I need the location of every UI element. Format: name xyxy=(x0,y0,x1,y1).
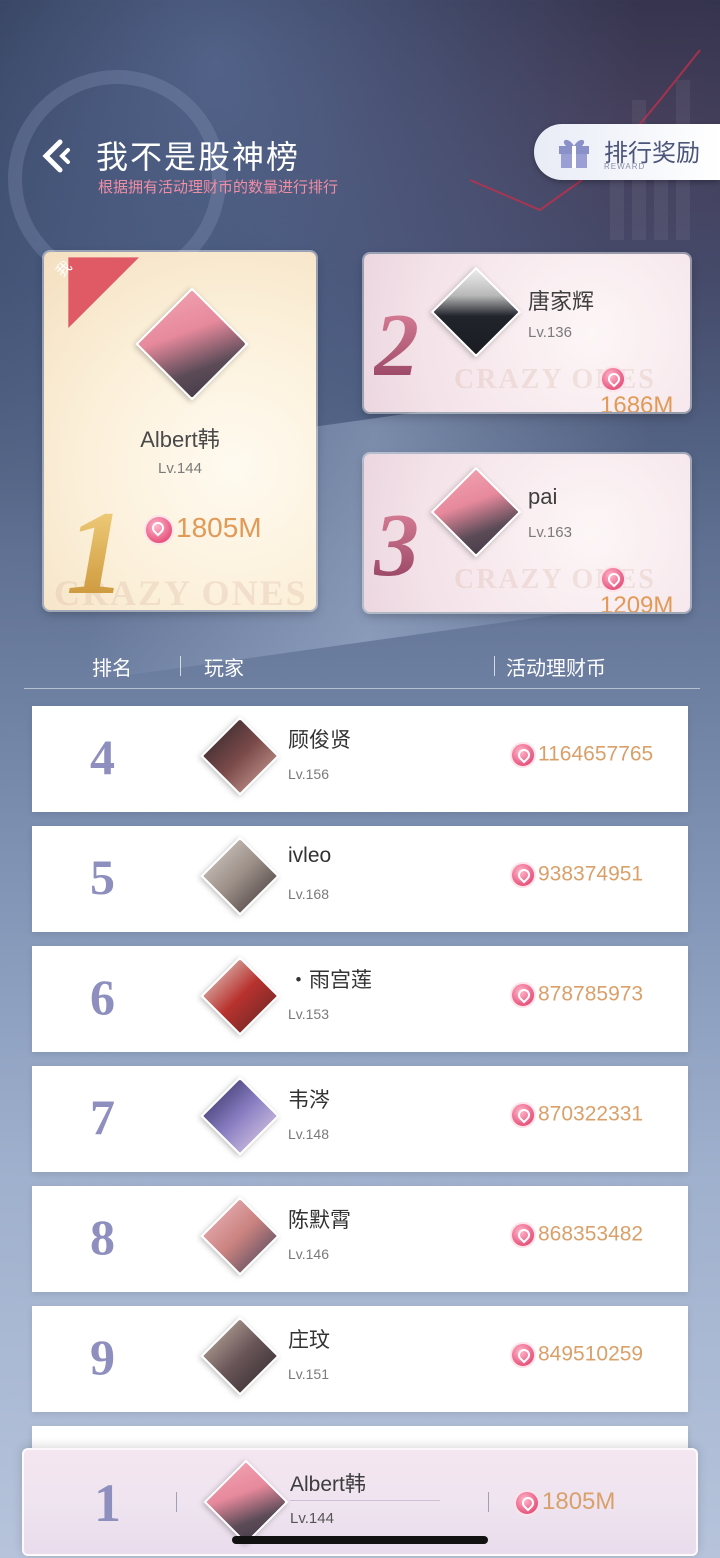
coin-amount: 938374951 xyxy=(510,862,643,888)
player-level: Lv.146 xyxy=(288,1246,329,1262)
column-header-rank: 排名 xyxy=(92,658,132,680)
coin-icon xyxy=(600,365,626,392)
row-rank: 7 xyxy=(90,1089,115,1145)
podium-card-1[interactable]: CRAZY ONES 我 1 Albert韩 Lv.144 1805M xyxy=(44,252,316,610)
my-player-level: Lv.144 xyxy=(290,1510,334,1527)
coin-icon xyxy=(510,982,536,1008)
table-row[interactable]: 8 陈默霄 Lv.146 868353482 xyxy=(32,1186,688,1292)
row-rank: 4 xyxy=(90,729,115,785)
coin-amount: 1209M xyxy=(600,564,690,612)
player-name: 唐家辉 xyxy=(528,289,595,314)
row-rank: 5 xyxy=(90,849,115,905)
my-coin-amount: 1805M xyxy=(514,1488,615,1516)
player-name: 庄玟 xyxy=(288,1329,330,1352)
coin-icon xyxy=(510,742,536,768)
row-rank: 6 xyxy=(90,969,115,1025)
player-level: Lv.153 xyxy=(288,1006,329,1022)
coin-amount: 1805M xyxy=(144,512,262,545)
player-level: Lv.168 xyxy=(288,886,329,902)
coin-icon xyxy=(510,862,536,888)
table-row[interactable]: 7 韦涔 Lv.148 870322331 xyxy=(32,1066,688,1172)
coin-amount: 1686M xyxy=(600,364,690,412)
header: 我不是股神榜 根据拥有活动理财币的数量进行排行 排行奖励 REWARD xyxy=(0,39,720,319)
page-title: 我不是股神榜 xyxy=(96,139,301,175)
player-name: 韦涔 xyxy=(288,1089,330,1112)
podium-card-2[interactable]: CRAZY ONES 2 唐家辉 Lv.136 1686M xyxy=(364,254,690,412)
player-name: ivleo xyxy=(288,844,332,867)
rank-number: 1 xyxy=(66,484,126,610)
coin-icon xyxy=(514,1489,540,1516)
column-header-coins: 活动理财币 xyxy=(506,658,606,680)
coin-icon xyxy=(510,1342,536,1368)
avatar xyxy=(200,836,280,916)
avatar xyxy=(430,466,522,558)
avatar xyxy=(200,716,280,796)
coin-amount: 870322331 xyxy=(510,1102,643,1128)
coin-icon xyxy=(600,565,626,592)
rank-number: 3 xyxy=(374,496,419,595)
player-level: Lv.151 xyxy=(288,1366,329,1382)
column-divider xyxy=(180,656,181,676)
gift-icon xyxy=(559,139,589,168)
avatar xyxy=(200,1076,280,1156)
player-level: Lv.148 xyxy=(288,1126,329,1142)
table-row[interactable]: 5 ivleo Lv.168 938374951 xyxy=(32,826,688,932)
player-name: 陈默霄 xyxy=(288,1209,351,1232)
back-arrow-icon xyxy=(42,139,70,173)
coin-icon xyxy=(510,1222,536,1248)
player-name: ・雨宫莲 xyxy=(288,969,372,992)
player-name: 顾俊贤 xyxy=(288,729,351,752)
row-rank: 8 xyxy=(90,1209,115,1265)
home-indicator xyxy=(232,1536,488,1544)
player-level: Lv.136 xyxy=(528,324,572,341)
table-row[interactable]: 9 庄玟 Lv.151 849510259 xyxy=(32,1306,688,1412)
table-row[interactable]: 6 ・雨宫莲 Lv.153 878785973 xyxy=(32,946,688,1052)
player-name: Albert韩 xyxy=(140,427,220,452)
player-level: Lv.144 xyxy=(158,460,202,477)
divider xyxy=(290,1500,440,1501)
page-subtitle: 根据拥有活动理财币的数量进行排行 xyxy=(98,179,339,196)
rank-number: 2 xyxy=(374,296,419,395)
column-header-player: 玩家 xyxy=(204,658,244,680)
coin-icon xyxy=(510,1102,536,1128)
my-player-name: Albert韩 xyxy=(290,1473,366,1496)
avatar xyxy=(135,287,249,401)
rank-reward-sublabel: REWARD xyxy=(604,162,646,171)
avatar xyxy=(200,1196,280,1276)
back-button[interactable] xyxy=(38,136,78,176)
avatar xyxy=(200,956,280,1036)
coin-amount: 849510259 xyxy=(510,1342,643,1368)
avatar xyxy=(200,1316,280,1396)
table-header: 排名 玩家 活动理财币 xyxy=(24,648,700,689)
player-level: Lv.163 xyxy=(528,524,572,541)
avatar xyxy=(430,266,522,358)
rank-reward-button[interactable]: 排行奖励 REWARD xyxy=(534,124,720,180)
coin-amount: 868353482 xyxy=(510,1222,643,1248)
coin-amount: 878785973 xyxy=(510,982,643,1008)
coin-icon xyxy=(144,514,174,545)
row-rank: 9 xyxy=(90,1329,115,1385)
player-name: pai xyxy=(528,484,558,509)
column-divider xyxy=(488,1492,489,1512)
column-divider xyxy=(494,656,495,676)
column-divider xyxy=(176,1492,177,1512)
coin-amount: 1164657765 xyxy=(510,742,653,768)
podium-card-3[interactable]: CRAZY ONES 3 pai Lv.163 1209M xyxy=(364,454,690,612)
avatar xyxy=(203,1459,289,1545)
my-rank-number: 1 xyxy=(94,1473,121,1533)
player-level: Lv.156 xyxy=(288,766,329,782)
table-row[interactable]: 4 顾俊贤 Lv.156 1164657765 xyxy=(32,706,688,812)
